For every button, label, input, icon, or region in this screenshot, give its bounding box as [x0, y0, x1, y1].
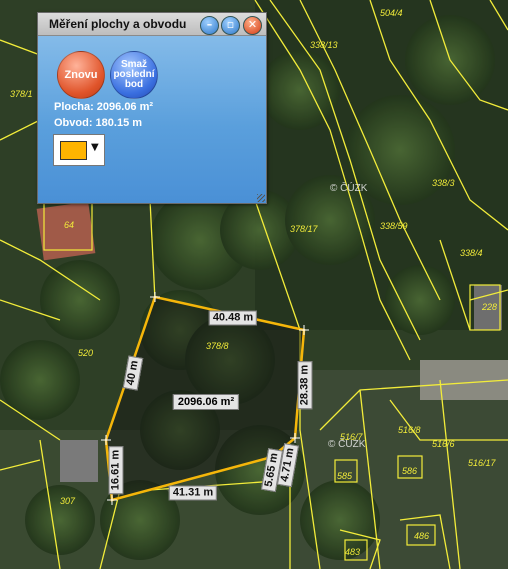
parcel-number: 378/17 — [290, 224, 319, 234]
close-button[interactable]: ✕ — [243, 16, 262, 35]
parcel-number: 516/6 — [432, 439, 455, 449]
segment-label-1: 40.48 m — [208, 310, 258, 326]
panel-title: Měření plochy a obvodu — [49, 17, 187, 31]
parcel-number: 520 — [78, 348, 93, 358]
chevron-down-icon: ▼ — [91, 142, 99, 153]
minimize-icon: – — [206, 18, 213, 31]
parcel-number: 516/8 — [398, 425, 421, 435]
watermark: © ČÚZK — [328, 439, 366, 450]
maximize-icon: ▫ — [226, 18, 235, 31]
parcel-number: 585 — [337, 471, 353, 481]
delete-last-point-button[interactable]: Smaž poslední bod — [110, 51, 158, 99]
segment-label-5: 41.31 m — [168, 485, 218, 501]
parcel-number: 378/1 — [10, 89, 33, 99]
parcel-number: 338/13 — [310, 40, 338, 50]
minimize-button[interactable]: – — [200, 16, 219, 35]
again-button[interactable]: Znovu — [57, 51, 105, 99]
parcel-number: 338/3 — [432, 178, 455, 188]
watermark: © ČÚZK — [330, 183, 368, 194]
close-icon: ✕ — [247, 18, 258, 31]
parcel-number: 338/4 — [460, 248, 483, 258]
parcel-number: 378/8 — [206, 341, 229, 351]
color-swatch — [60, 141, 87, 160]
parcel-number: 338/59 — [380, 221, 408, 231]
segment-label-2: 28.38 m — [297, 360, 313, 410]
area-label: 2096.06 m² — [172, 394, 240, 410]
parcel-number: 483 — [345, 547, 360, 557]
parcel-number: 307 — [60, 496, 76, 506]
parcel-number: 228 — [481, 302, 497, 312]
area-value: Plocha: 2096.06 m² — [54, 101, 154, 113]
color-picker[interactable]: ▼ — [53, 134, 105, 166]
measure-panel[interactable]: Měření plochy a obvodu – ▫ ✕ Znovu Smaž … — [37, 12, 267, 204]
resize-handle[interactable] — [257, 194, 265, 202]
panel-title-bar[interactable]: Měření plochy a obvodu – ▫ ✕ — [38, 13, 266, 36]
parcel-number: 64 — [64, 220, 74, 230]
parcel-number: 486 — [414, 531, 429, 541]
segment-label-6: 16.61 m — [108, 445, 124, 495]
parcel-number: 516/17 — [468, 458, 497, 468]
perimeter-value: Obvod: 180.15 m — [54, 117, 143, 129]
parcel-number: 504/4 — [380, 8, 403, 18]
parcel-number: 586 — [402, 466, 417, 476]
maximize-button[interactable]: ▫ — [221, 16, 240, 35]
